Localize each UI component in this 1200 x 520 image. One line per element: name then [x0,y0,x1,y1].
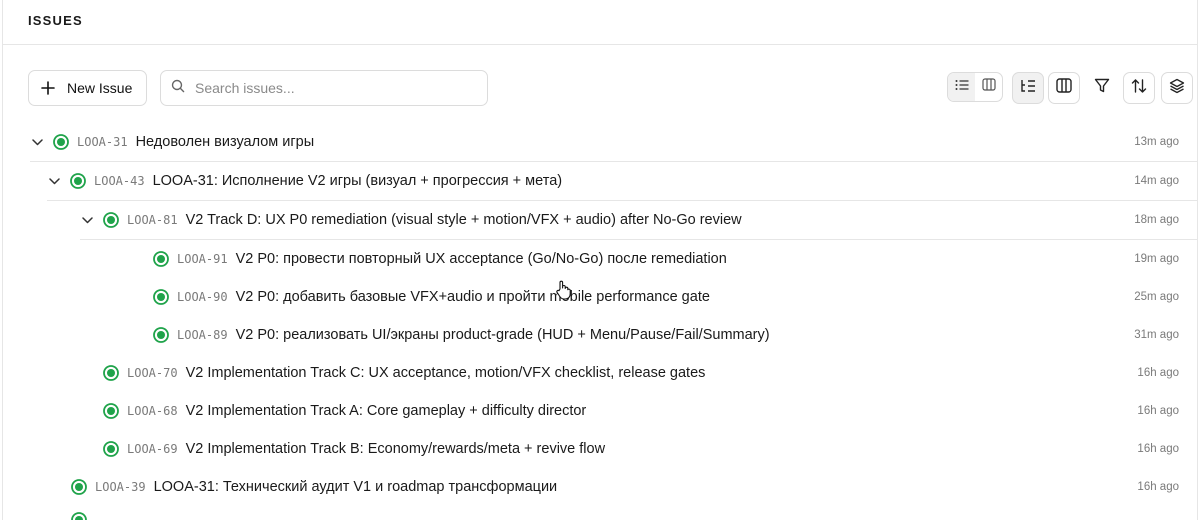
search-input[interactable] [193,79,477,97]
board-view-icon [981,78,996,96]
issue-title[interactable]: V2 Implementation Track A: Core gameplay… [186,403,587,419]
issue-title[interactable]: V2 Track D: UX P0 remediation (visual st… [186,212,742,228]
issue-row[interactable]: LOOA-89 V2 P0: реализовать UI/экраны prod… [153,316,1197,354]
list-view-icon [955,78,969,96]
issue-title[interactable]: V2 P0: провести повторный UX acceptance … [236,251,727,267]
board-view-button[interactable] [975,73,1002,101]
hand-cursor-icon [554,280,572,300]
issue-row[interactable]: LOOA-39 LOOA-31: Технический аудит V1 и r… [71,468,1197,506]
plus-icon [41,81,55,95]
columns-icon [1056,78,1072,98]
issue-id: LOOA-70 [127,366,178,380]
issue-row[interactable]: LOOA-70 V2 Implementation Track C: UX acc… [103,354,1197,392]
issue-id: LOOA-39 [95,480,146,494]
filter-icon [1094,78,1110,98]
nested-view-icon [1020,79,1036,98]
status-done-icon[interactable] [153,289,169,305]
layers-icon [1169,78,1185,99]
sort-button[interactable] [1123,72,1155,104]
status-done-icon[interactable] [103,212,119,228]
search-box[interactable] [160,70,488,106]
status-done-icon [71,512,87,520]
new-issue-button[interactable]: New Issue [28,70,147,106]
issue-updated-time: 31m ago [1134,329,1179,341]
issue-title[interactable]: LOOA-31: Технический аудит V1 и roadmap … [154,479,558,495]
list-view-button[interactable] [948,73,975,101]
issue-id: LOOA-81 [127,213,178,227]
issue-title[interactable]: Недоволен визуалом игры [136,134,315,150]
issue-id: LOOA-91 [177,252,228,266]
issue-id: LOOA-69 [127,442,178,456]
columns-button[interactable] [1048,72,1080,104]
filter-button[interactable] [1086,72,1118,104]
layers-button[interactable] [1161,72,1193,104]
issue-row[interactable]: LOOA-43 LOOA-31: Исполнение V2 игры (визу… [47,162,1197,201]
issue-id: LOOA-68 [127,404,178,418]
chevron-down-icon[interactable] [47,174,61,188]
issue-updated-time: 13m ago [1134,136,1179,148]
issue-updated-time: 14m ago [1134,175,1179,187]
issue-updated-time: 16h ago [1137,405,1179,417]
status-done-icon[interactable] [153,327,169,343]
issue-title[interactable]: V2 P0: реализовать UI/экраны product-gra… [236,327,770,343]
view-toggle-group [947,72,1003,102]
status-done-icon[interactable] [103,403,119,419]
status-done-icon[interactable] [53,134,69,150]
new-issue-label: New Issue [67,80,133,96]
issue-row[interactable]: LOOA-91 V2 P0: провести повторный UX acce… [153,240,1197,278]
issue-updated-time: 16h ago [1137,481,1179,493]
issue-title[interactable]: V2 Implementation Track B: Economy/rewar… [186,441,605,457]
issue-id: LOOA-31 [77,135,128,149]
issue-updated-time: 16h ago [1137,443,1179,455]
issues-panel: ISSUES New Issue Search issues... LOOA-3… [2,0,1198,520]
issue-row[interactable]: LOOA-90 V2 P0: добавить базовые VFX+audio… [153,278,1197,316]
status-done-icon[interactable] [70,173,86,189]
issue-row[interactable]: LOOA-68 V2 Implementation Track A: Core g… [103,392,1197,430]
issue-title[interactable]: LOOA-31: Исполнение V2 игры (визуал + пр… [153,173,563,189]
status-done-icon[interactable] [71,479,87,495]
issue-updated-time: 18m ago [1134,214,1179,226]
issue-id: LOOA-89 [177,328,228,342]
issue-id: LOOA-90 [177,290,228,304]
chevron-down-icon[interactable] [30,135,44,149]
issue-title[interactable]: V2 Implementation Track C: UX acceptance… [186,365,706,381]
issue-row[interactable]: LOOA-69 V2 Implementation Track B: Econom… [103,430,1197,468]
status-done-icon[interactable] [153,251,169,267]
page-title: ISSUES [28,13,83,28]
issue-row[interactable]: LOOA-31 Недоволен визуалом игры 13m ago [30,123,1197,162]
status-done-icon[interactable] [103,365,119,381]
issue-id: LOOA-43 [94,174,145,188]
search-icon [171,79,185,98]
panel-header: ISSUES [3,0,1197,45]
issue-title[interactable]: V2 P0: добавить базовые VFX+audio и прой… [236,289,710,305]
status-done-icon[interactable] [103,441,119,457]
issue-updated-time: 19m ago [1134,253,1179,265]
issue-updated-time: 25m ago [1134,291,1179,303]
sort-icon [1131,78,1147,99]
issue-row[interactable]: LOOA-81 V2 Track D: UX P0 remediation (vi… [80,201,1197,240]
issue-updated-time: 16h ago [1137,367,1179,379]
chevron-down-icon[interactable] [80,213,94,227]
nested-view-button[interactable] [1012,72,1044,104]
